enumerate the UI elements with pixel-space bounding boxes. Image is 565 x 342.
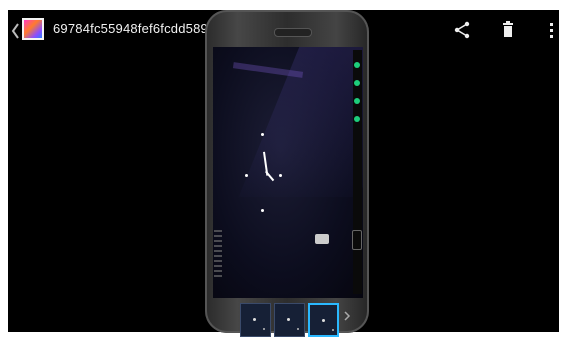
share-icon[interactable] <box>452 20 472 40</box>
filmstrip-thumbnail-selected[interactable] <box>308 303 339 337</box>
phone-widget-badge <box>315 234 329 244</box>
filmstrip-thumbnail[interactable] <box>274 303 305 337</box>
status-dot <box>354 98 360 104</box>
chevron-right-icon[interactable] <box>342 311 352 321</box>
border-top <box>0 0 565 10</box>
filmstrip <box>240 303 342 337</box>
status-dot <box>354 62 360 68</box>
clock-dial-dot <box>245 174 248 177</box>
trash-icon[interactable] <box>498 20 518 40</box>
thumb-dot <box>263 328 265 330</box>
chevron-left-icon[interactable] <box>10 22 20 40</box>
status-dot <box>354 80 360 86</box>
phone-status-column <box>353 50 362 294</box>
thumb-dot <box>297 328 299 330</box>
thumb-dot <box>322 319 325 322</box>
clock-widget <box>243 133 283 218</box>
status-dot <box>354 116 360 122</box>
thumb-dot <box>253 318 256 321</box>
clock-dial-dot <box>261 209 264 212</box>
photo-viewer: 69784fc55948fef6fcdd589225301df6 <box>0 0 565 342</box>
more-vertical-icon[interactable] <box>542 20 562 40</box>
border-left <box>0 0 8 342</box>
thumb-dot <box>287 318 290 321</box>
phone-vertical-text <box>214 230 222 280</box>
filmstrip-thumbnail[interactable] <box>240 303 271 337</box>
phone-side-button <box>352 230 362 250</box>
clock-dial-dot <box>261 133 264 136</box>
gallery-app-icon[interactable] <box>22 18 44 40</box>
phone-speaker <box>274 28 312 37</box>
thumb-dot <box>332 329 334 331</box>
clock-dial-dot <box>279 174 282 177</box>
border-right <box>559 0 565 342</box>
phone-screen <box>213 47 363 298</box>
